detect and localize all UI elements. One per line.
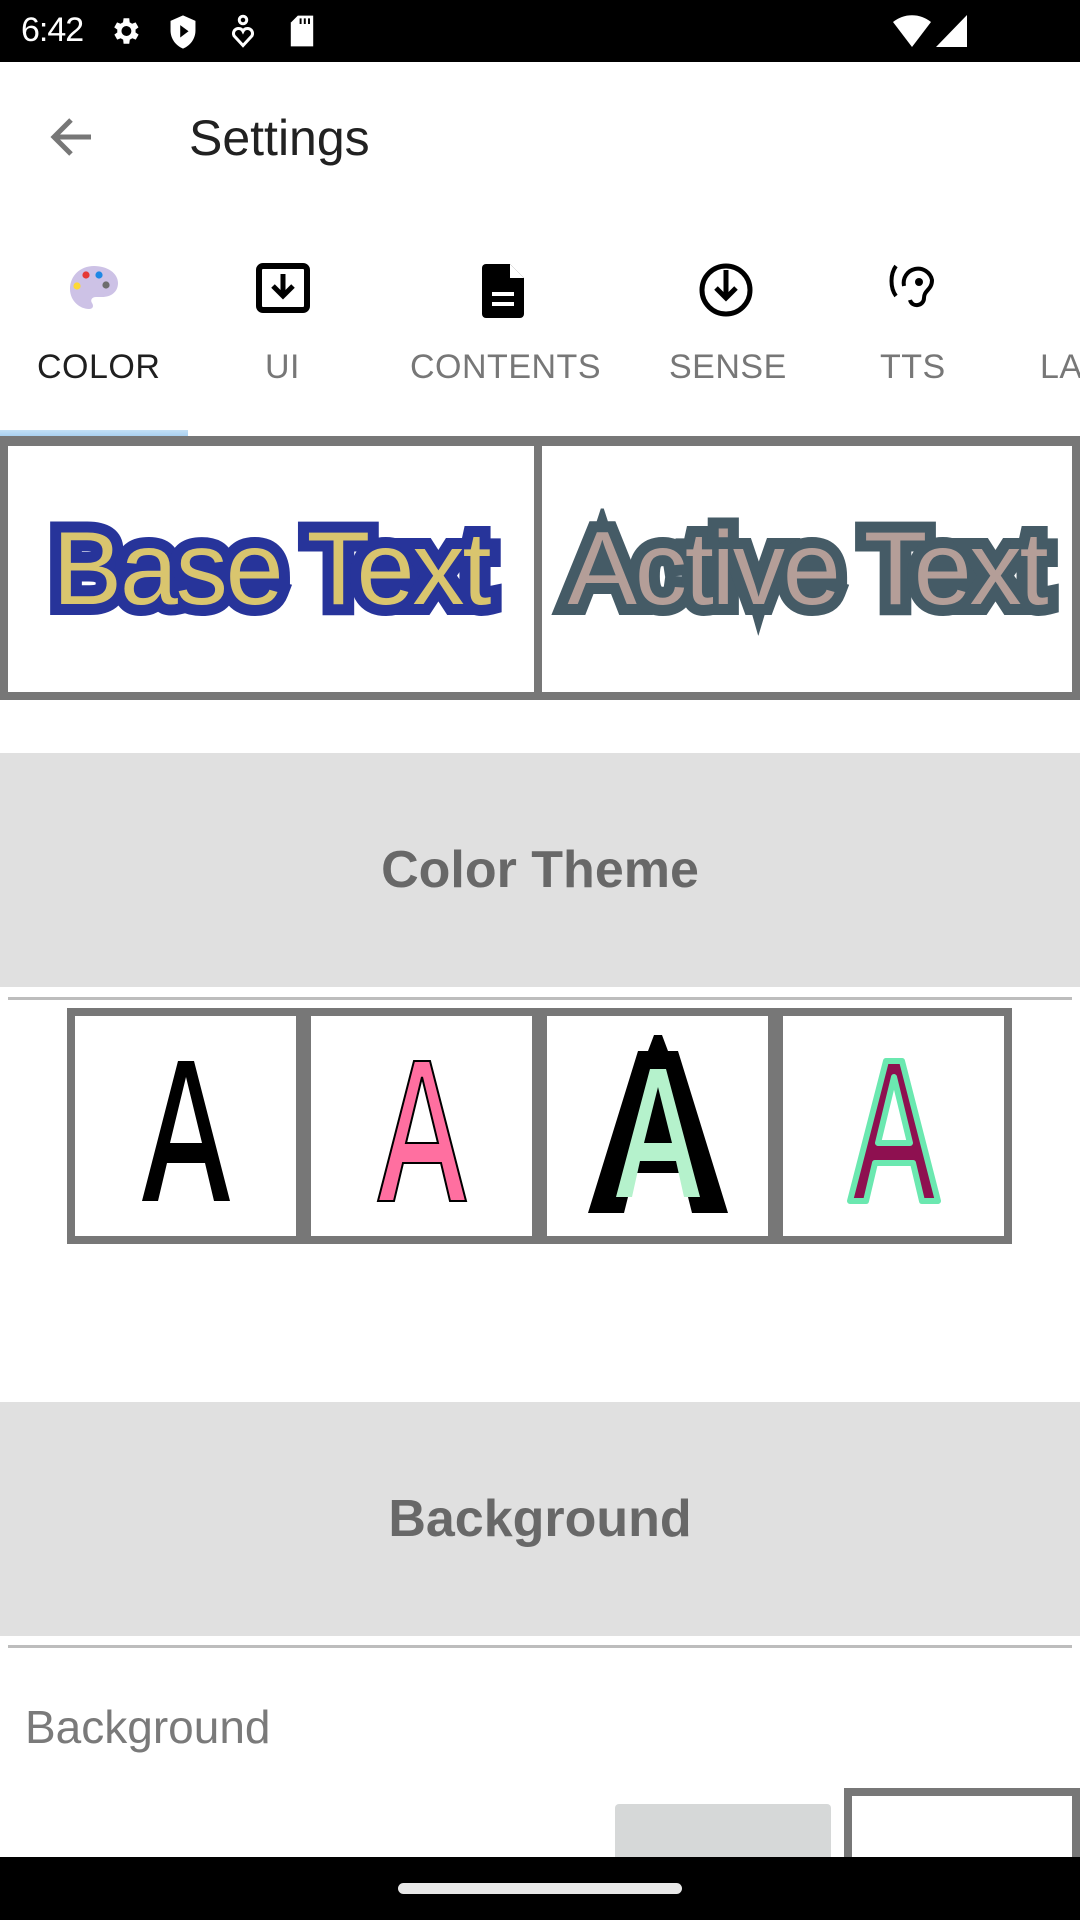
tab-label: CONTENTS <box>410 348 601 386</box>
letter-a-icon <box>587 1035 728 1213</box>
document-icon <box>474 260 534 320</box>
cellular-signal-icon <box>935 14 969 53</box>
letter-a-icon <box>141 1061 230 1201</box>
active-text-preview[interactable]: Active Text <box>534 438 1080 700</box>
base-text-preview[interactable]: Base Text <box>0 438 542 700</box>
section-title: Color Theme <box>381 841 699 899</box>
hearing-icon <box>884 260 944 320</box>
tab-label: UI <box>265 348 300 386</box>
tab-ui[interactable]: UI <box>188 212 376 436</box>
active-text-sample: Active Text <box>557 500 1060 638</box>
theme-option-4[interactable] <box>783 1016 1004 1236</box>
tab-tts[interactable]: TTS <box>820 212 1008 436</box>
tab-contents[interactable]: CONTENTS <box>376 212 632 436</box>
tab-bar: COLOR UI CONTENTS SENSE TTS LA <box>0 212 1080 436</box>
base-text-sample: Base Text <box>42 500 503 638</box>
gear-icon <box>108 14 142 53</box>
letter-a-icon <box>846 1058 941 1204</box>
arrow-down-circle-icon <box>696 260 756 320</box>
background-row-label: Background <box>25 1701 271 1753</box>
color-theme-header: Color Theme <box>0 753 1080 987</box>
home-gesture-handle[interactable] <box>398 1883 682 1894</box>
app-bar: Settings <box>0 62 1080 212</box>
tab-la[interactable]: LA <box>1008 212 1080 436</box>
color-theme-grid <box>67 1008 1012 1244</box>
background-option-box[interactable] <box>844 1788 1080 1868</box>
wifi-icon <box>892 14 932 53</box>
status-time: 6:42 <box>21 11 84 49</box>
tab-color[interactable]: COLOR <box>0 212 188 436</box>
navigation-bar <box>0 1857 1080 1920</box>
background-color-swatch[interactable] <box>615 1804 831 1864</box>
divider <box>8 997 1072 1000</box>
tab-label: TTS <box>880 348 946 386</box>
back-button[interactable] <box>40 107 104 171</box>
shield-play-icon <box>166 14 200 55</box>
tab-label: SENSE <box>669 348 787 386</box>
download-box-icon <box>253 260 313 320</box>
tab-label: COLOR <box>37 348 161 386</box>
page-title: Settings <box>189 110 370 166</box>
divider <box>8 1645 1072 1648</box>
letter-a-icon <box>376 1060 467 1202</box>
theme-option-2[interactable] <box>311 1016 532 1236</box>
background-header: Background <box>0 1402 1080 1636</box>
theme-option-3[interactable] <box>547 1016 768 1236</box>
sd-card-icon <box>288 14 316 53</box>
tab-label: LA <box>1040 348 1080 386</box>
theme-option-1[interactable] <box>75 1016 296 1236</box>
palette-icon <box>64 260 124 320</box>
arrow-back-icon <box>49 116 95 163</box>
status-bar: 6:42 <box>0 0 1080 62</box>
tab-sense[interactable]: SENSE <box>632 212 820 436</box>
section-title: Background <box>388 1490 692 1548</box>
accessibility-heart-icon <box>228 14 258 55</box>
